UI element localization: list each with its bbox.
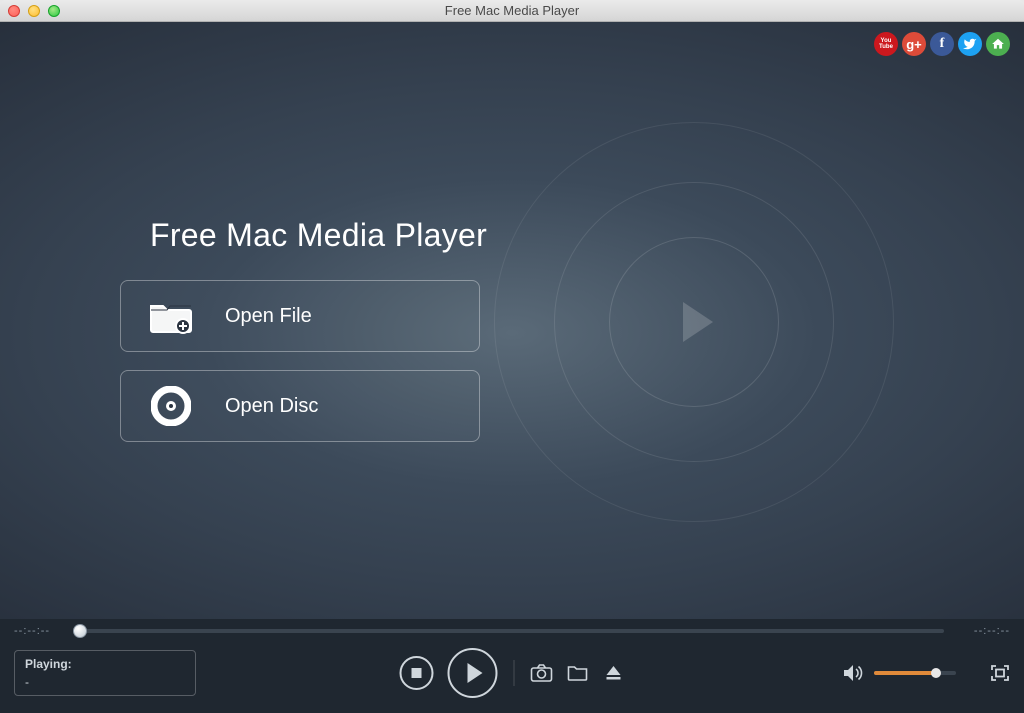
time-elapsed: --:--:-- — [14, 625, 68, 637]
eject-button[interactable] — [603, 664, 625, 682]
volume-thumb[interactable] — [931, 668, 941, 678]
play-visual — [494, 122, 894, 522]
window-controls — [0, 5, 60, 17]
volume-button[interactable] — [842, 663, 864, 683]
play-glyph-icon — [683, 302, 713, 342]
mini-icons — [531, 664, 625, 682]
stop-icon — [412, 668, 422, 678]
open-disc-label: Open Disc — [225, 395, 318, 418]
open-file-label: Open File — [225, 305, 312, 328]
stop-button[interactable] — [400, 656, 434, 690]
app-heading: Free Mac Media Player — [150, 217, 487, 254]
divider — [514, 660, 515, 686]
seek-row: --:--:-- --:--:-- — [0, 619, 1024, 639]
main-area: Free Mac Media Player Open File — [0, 22, 1024, 619]
zoom-button[interactable] — [48, 5, 60, 17]
play-icon — [467, 663, 482, 683]
close-button[interactable] — [8, 5, 20, 17]
snapshot-button[interactable] — [531, 664, 553, 682]
playing-label: Playing: — [25, 657, 185, 671]
now-playing-box: Playing: - — [14, 650, 196, 696]
fullscreen-button[interactable] — [990, 664, 1010, 682]
center-controls — [400, 648, 625, 698]
minimize-button[interactable] — [28, 5, 40, 17]
button-row: Playing: - — [0, 639, 1024, 713]
app-window: Free Mac Media Player You Tube g+ f Free… — [0, 0, 1024, 713]
right-controls — [842, 663, 1010, 683]
seek-bar[interactable] — [80, 629, 944, 633]
open-disc-button[interactable]: Open Disc — [120, 370, 480, 442]
open-file-button[interactable]: Open File — [120, 280, 480, 352]
time-remaining: --:--:-- — [956, 625, 1010, 637]
folder-plus-icon — [147, 292, 195, 340]
seek-thumb[interactable] — [73, 624, 87, 638]
playing-value: - — [25, 675, 185, 689]
titlebar: Free Mac Media Player — [0, 0, 1024, 22]
volume-slider[interactable] — [874, 671, 956, 675]
window-title: Free Mac Media Player — [0, 3, 1024, 18]
content-area: You Tube g+ f Free Mac Media Player — [0, 22, 1024, 713]
open-folder-button[interactable] — [567, 664, 589, 682]
play-button[interactable] — [448, 648, 498, 698]
volume-fill — [874, 671, 936, 675]
disc-icon — [147, 382, 195, 430]
action-buttons: Open File Open Disc — [120, 280, 480, 442]
controls-panel: --:--:-- --:--:-- Playing: - — [0, 619, 1024, 713]
